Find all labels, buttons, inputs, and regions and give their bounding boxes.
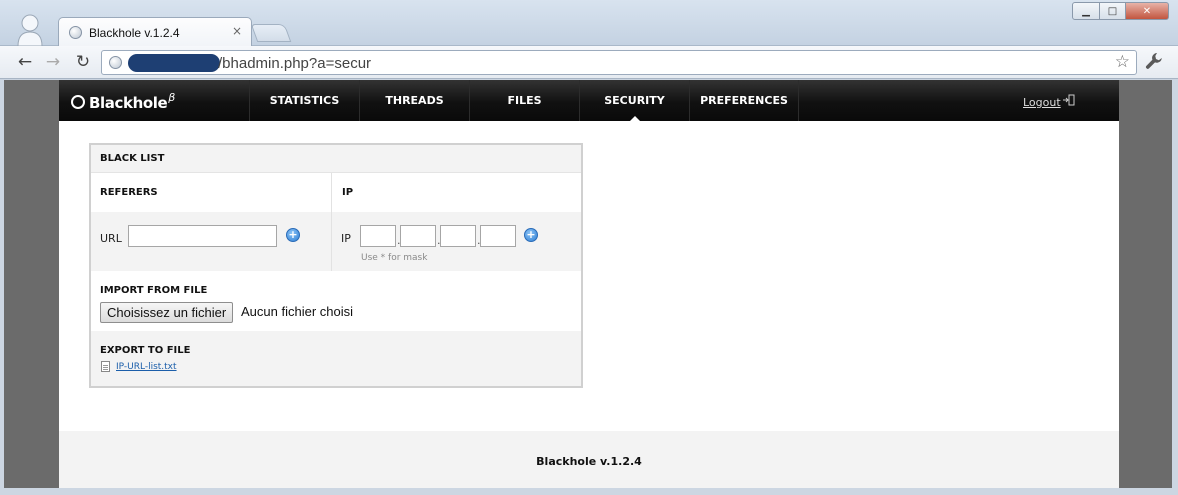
browser-toolbar: ← → ↻ /bhadmin.php?a=secur ☆: [0, 46, 1178, 79]
ip-octet-4-field[interactable]: [480, 225, 516, 247]
close-window-button[interactable]: ✕: [1125, 2, 1169, 20]
export-heading: EXPORT TO FILE: [100, 345, 191, 356]
forward-arrow-icon[interactable]: →: [43, 52, 63, 72]
url-text: /bhadmin.php?a=secur: [218, 55, 372, 72]
tab-title: Blackhole v.1.2.4: [89, 26, 180, 40]
redacted-host: [128, 54, 220, 72]
minimize-button[interactable]: ▁: [1072, 2, 1100, 20]
import-row: IMPORT FROM FILE Choisissez un fichier A…: [91, 271, 581, 331]
main-nav: STATISTICS THREADS FILES SECURITY PREFER…: [249, 80, 799, 121]
window-border-left: [0, 80, 4, 490]
reload-icon[interactable]: ↻: [73, 52, 93, 72]
browser-tab-active[interactable]: Blackhole v.1.2.4 ×: [58, 17, 252, 47]
globe-icon: [109, 56, 122, 69]
blackhole-admin-page: Blackholeβ STATISTICS THREADS FILES SECU…: [59, 80, 1119, 488]
nav-item-security[interactable]: SECURITY: [579, 80, 689, 121]
ip-octet-1-field[interactable]: [360, 225, 396, 247]
export-file-link[interactable]: IP-URL-list.txt: [116, 362, 177, 372]
maximize-button[interactable]: □: [1099, 2, 1126, 20]
url-input[interactable]: [128, 225, 277, 247]
logout-icon[interactable]: [1063, 94, 1075, 106]
ip-octet-2-field[interactable]: [400, 225, 436, 247]
new-tab-button[interactable]: [250, 24, 292, 42]
avatar-icon: [17, 14, 43, 46]
referers-heading: REFERERS: [100, 187, 158, 198]
url-label: URL: [100, 232, 122, 245]
blacklist-panel: BLACK LIST REFERERS IP URL + IP . . . + …: [89, 143, 583, 388]
blacklist-inputs-row: URL + IP . . . + Use * for mask: [91, 212, 581, 271]
logout-link[interactable]: Logout: [1023, 96, 1061, 109]
wrench-icon[interactable]: [1145, 52, 1163, 70]
ip-heading: IP: [342, 187, 354, 198]
footer-version: Blackhole v.1.2.4: [536, 455, 642, 468]
window-border-bottom: [0, 488, 1178, 495]
star-icon[interactable]: ☆: [1115, 52, 1130, 72]
import-heading: IMPORT FROM FILE: [100, 285, 208, 296]
browser-titlebar: Blackhole v.1.2.4 × ▁ □ ✕: [0, 0, 1178, 47]
site-footer: Blackhole v.1.2.4: [59, 431, 1119, 488]
add-ip-icon[interactable]: +: [524, 228, 538, 242]
add-url-icon[interactable]: +: [286, 228, 300, 242]
address-bar[interactable]: /bhadmin.php?a=secur ☆: [101, 50, 1137, 75]
file-status: Aucun fichier choisi: [241, 304, 353, 319]
ip-octet-3-field[interactable]: [440, 225, 476, 247]
window-border-right: [1172, 80, 1178, 490]
nav-item-files[interactable]: FILES: [469, 80, 579, 121]
tab-close-icon[interactable]: ×: [232, 24, 242, 38]
back-arrow-icon[interactable]: ←: [15, 52, 35, 72]
logo: Blackholeβ: [71, 91, 175, 112]
globe-icon: [69, 26, 82, 39]
choose-file-button[interactable]: Choisissez un fichier: [100, 302, 234, 323]
blacklist-headings-row: REFERERS IP: [91, 173, 581, 212]
site-header: Blackholeβ STATISTICS THREADS FILES SECU…: [59, 80, 1119, 121]
logo-text: Blackhole: [89, 94, 168, 112]
nav-item-preferences[interactable]: PREFERENCES: [689, 80, 799, 121]
column-divider: [331, 173, 332, 271]
ip-label: IP: [341, 232, 351, 245]
nav-item-statistics[interactable]: STATISTICS: [249, 80, 359, 121]
blacklist-title: BLACK LIST: [100, 153, 165, 164]
blacklist-title-row: BLACK LIST: [91, 145, 581, 173]
document-icon: [101, 361, 110, 372]
mask-hint: Use * for mask: [361, 253, 428, 263]
export-row: EXPORT TO FILE IP-URL-list.txt: [91, 331, 581, 386]
logo-ring-icon: [71, 95, 85, 109]
logo-beta: β: [168, 91, 175, 104]
nav-item-threads[interactable]: THREADS: [359, 80, 469, 121]
